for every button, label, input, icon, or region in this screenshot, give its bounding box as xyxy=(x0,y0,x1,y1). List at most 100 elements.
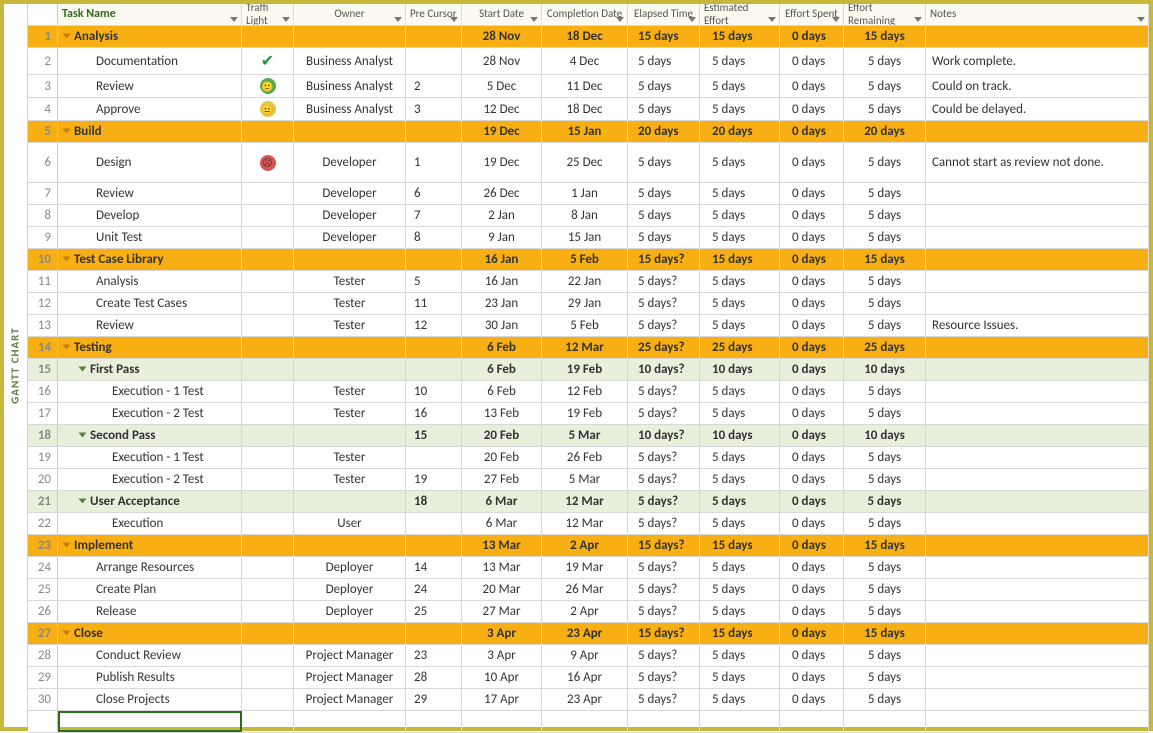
collapse-icon[interactable] xyxy=(80,494,90,509)
table-row[interactable]: 27Close3 Apr23 Apr15 days?15 days0 days1… xyxy=(28,623,1149,645)
table-row[interactable]: 3Review🙂Business Analyst25 Dec11 Dec5 da… xyxy=(28,75,1149,98)
filter-icon[interactable] xyxy=(1137,17,1145,22)
table-row[interactable]: 19Execution - 1 TestTester20 Feb26 Feb5 … xyxy=(28,447,1149,469)
table-row[interactable]: 12Create Test CasesTester1123 Jan29 Jan5… xyxy=(28,293,1149,315)
task-name-cell[interactable]: Develop xyxy=(58,205,242,226)
table-row[interactable]: 18Second Pass1520 Feb5 Mar10 days?10 day… xyxy=(28,425,1149,447)
table-row[interactable]: 7ReviewDeveloper626 Dec1 Jan5 days5 days… xyxy=(28,183,1149,205)
header-owner[interactable]: Owner xyxy=(294,4,406,25)
task-name-cell[interactable]: Approve xyxy=(58,98,242,120)
table-row[interactable]: 17Execution - 2 TestTester1613 Feb19 Feb… xyxy=(28,403,1149,425)
task-name-cell[interactable]: Execution - 1 Test xyxy=(58,447,242,468)
header-startdate[interactable]: Start Date xyxy=(462,4,542,25)
filter-icon[interactable] xyxy=(768,17,776,22)
table-row[interactable]: 23Implement13 Mar2 Apr15 days?15 days0 d… xyxy=(28,535,1149,557)
collapse-icon[interactable] xyxy=(64,252,74,267)
task-name-cell[interactable]: Test Case Library xyxy=(58,249,242,270)
task-name-cell[interactable]: Second Pass xyxy=(58,425,242,446)
table-row[interactable]: 28Conduct ReviewProject Manager233 Apr9 … xyxy=(28,645,1149,667)
task-name-cell[interactable]: Review xyxy=(58,75,242,97)
header-light[interactable]: Traffi Light xyxy=(242,4,294,25)
filter-icon[interactable] xyxy=(450,17,458,22)
task-name-cell[interactable]: Documentation xyxy=(58,48,242,74)
startdate-cell: 17 Apr xyxy=(462,689,542,710)
table-row[interactable]: 16Execution - 1 TestTester106 Feb12 Feb5… xyxy=(28,381,1149,403)
task-name-cell[interactable]: Execution - 1 Test xyxy=(58,381,242,402)
active-cell[interactable] xyxy=(58,711,242,732)
table-row[interactable]: 21User Acceptance186 Mar12 Mar5 days?5 d… xyxy=(28,491,1149,513)
table-row[interactable]: 4Approve😐Business Analyst312 Dec18 Dec5 … xyxy=(28,98,1149,121)
table-row[interactable]: 14Testing6 Feb12 Mar25 days?25 days0 day… xyxy=(28,337,1149,359)
task-name-cell[interactable]: Publish Results xyxy=(58,667,242,688)
filter-icon[interactable] xyxy=(616,17,624,22)
task-name-cell[interactable]: Arrange Resources xyxy=(58,557,242,578)
table-row[interactable]: 2Documentation✔Business Analyst28 Nov4 D… xyxy=(28,48,1149,75)
filter-icon[interactable] xyxy=(282,17,290,22)
header-task[interactable]: Task Name xyxy=(58,4,242,25)
task-name-cell[interactable]: Testing xyxy=(58,337,242,358)
task-name-cell[interactable]: Release xyxy=(58,601,242,622)
collapse-icon[interactable] xyxy=(64,124,74,139)
table-row[interactable]: 24Arrange ResourcesDeployer1413 Mar19 Ma… xyxy=(28,557,1149,579)
estimated-cell: 5 days xyxy=(700,403,780,424)
task-name-cell[interactable]: Build xyxy=(58,121,242,142)
header-remaining[interactable]: Effort Remaining xyxy=(844,4,926,25)
task-name-cell[interactable]: Review xyxy=(58,183,242,204)
header-elapsed[interactable]: Elapsed Time xyxy=(628,4,700,25)
startdate-cell: 9 Jan xyxy=(462,227,542,248)
table-row[interactable]: 29Publish ResultsProject Manager2810 Apr… xyxy=(28,667,1149,689)
table-row[interactable]: 9Unit TestDeveloper89 Jan15 Jan5 days5 d… xyxy=(28,227,1149,249)
startdate-cell: 2 Jan xyxy=(462,205,542,226)
table-row[interactable]: 30Close ProjectsProject Manager2917 Apr2… xyxy=(28,689,1149,711)
table-row[interactable]: 15First Pass6 Feb19 Feb10 days?10 days0 … xyxy=(28,359,1149,381)
table-row[interactable]: 26ReleaseDeployer2527 Mar2 Apr5 days?5 d… xyxy=(28,601,1149,623)
table-row[interactable]: 10Test Case Library16 Jan5 Feb15 days?15… xyxy=(28,249,1149,271)
filter-icon[interactable] xyxy=(688,17,696,22)
filter-icon[interactable] xyxy=(914,17,922,22)
precursor-cell: 14 xyxy=(406,557,462,578)
table-row[interactable]: 20Execution - 2 TestTester1927 Feb5 Mar5… xyxy=(28,469,1149,491)
filter-icon[interactable] xyxy=(530,17,538,22)
task-name-cell[interactable]: Close xyxy=(58,623,242,644)
filter-icon[interactable] xyxy=(230,17,238,22)
table-row[interactable]: 13ReviewTester1230 Jan5 Feb5 days?5 days… xyxy=(28,315,1149,337)
table-row[interactable]: 11AnalysisTester516 Jan22 Jan5 days?5 da… xyxy=(28,271,1149,293)
collapse-icon[interactable] xyxy=(80,362,90,377)
task-name-cell[interactable]: Execution - 2 Test xyxy=(58,403,242,424)
table-row[interactable]: 22ExecutionUser6 Mar12 Mar5 days?5 days0… xyxy=(28,513,1149,535)
task-name-cell[interactable]: Implement xyxy=(58,535,242,556)
table-row[interactable]: 6Design☹Developer119 Dec25 Dec5 days5 da… xyxy=(28,143,1149,183)
header-estimated[interactable]: Estimated Effort xyxy=(700,4,780,25)
filter-icon[interactable] xyxy=(394,17,402,22)
filter-icon[interactable] xyxy=(832,17,840,22)
row-number: 11 xyxy=(28,271,58,292)
task-name-cell[interactable]: Review xyxy=(58,315,242,336)
task-name-cell[interactable]: Conduct Review xyxy=(58,645,242,666)
collapse-icon[interactable] xyxy=(64,538,74,553)
table-row[interactable]: 8DevelopDeveloper72 Jan8 Jan5 days5 days… xyxy=(28,205,1149,227)
table-row[interactable]: 1Analysis28 Nov18 Dec15 days15 days0 day… xyxy=(28,26,1149,48)
task-name-cell[interactable]: Analysis xyxy=(58,26,242,47)
header-spent[interactable]: Effort Spent xyxy=(780,4,844,25)
header-completiondate[interactable]: Completion Date xyxy=(542,4,628,25)
header-notes[interactable]: Notes xyxy=(926,4,1149,25)
table-row[interactable]: 5Build19 Dec15 Jan20 days20 days0 days20… xyxy=(28,121,1149,143)
task-name-cell[interactable]: First Pass xyxy=(58,359,242,380)
task-name-cell[interactable]: Design xyxy=(58,143,242,182)
task-name-cell[interactable]: Create Test Cases xyxy=(58,293,242,314)
collapse-icon[interactable] xyxy=(80,428,90,443)
header-precursor[interactable]: Pre Cursor xyxy=(406,4,462,25)
collapse-icon[interactable] xyxy=(64,29,74,44)
task-name-cell[interactable]: Close Projects xyxy=(58,689,242,710)
task-name-cell[interactable]: Execution xyxy=(58,513,242,534)
task-name-cell[interactable]: Analysis xyxy=(58,271,242,292)
empty-row[interactable] xyxy=(28,711,1149,733)
table-row[interactable]: 25Create PlanDeployer2420 Mar26 Mar5 day… xyxy=(28,579,1149,601)
collapse-icon[interactable] xyxy=(64,626,74,641)
task-name-cell[interactable]: User Acceptance xyxy=(58,491,242,512)
collapse-icon[interactable] xyxy=(64,340,74,355)
task-name-cell[interactable]: Create Plan xyxy=(58,579,242,600)
remaining-cell: 5 days xyxy=(844,469,926,490)
task-name-cell[interactable]: Execution - 2 Test xyxy=(58,469,242,490)
task-name-cell[interactable]: Unit Test xyxy=(58,227,242,248)
